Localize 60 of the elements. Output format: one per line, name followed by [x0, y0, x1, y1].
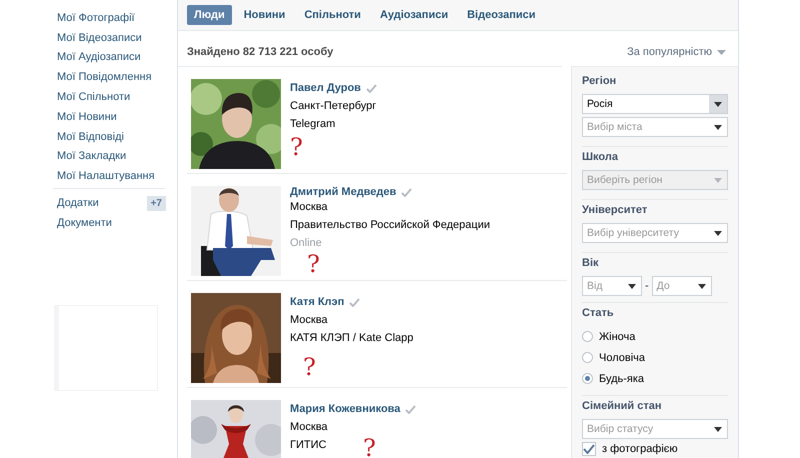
caret-icon — [714, 102, 722, 106]
filter-label: Регіон — [582, 75, 618, 88]
sidebar-item[interactable]: Мої Повідомлення — [57, 71, 152, 84]
question-mark: ? — [363, 436, 377, 458]
profile-info: Москва — [290, 313, 328, 328]
person-name-link[interactable]: Дмитрий Медведев — [290, 186, 396, 198]
dropdown[interactable]: Росія — [582, 94, 728, 114]
sidebar-item[interactable]: Мої Відповіді — [57, 130, 124, 143]
caret-icon — [698, 284, 706, 288]
tab[interactable]: Люди — [187, 5, 232, 25]
profile-info: ГИТИС — [290, 438, 326, 453]
checkbox[interactable] — [582, 442, 596, 456]
filter-label: Університет — [582, 204, 648, 217]
radio-button[interactable] — [582, 352, 593, 363]
radio-button[interactable] — [582, 373, 593, 384]
radio-label: Чоловіча — [599, 352, 646, 364]
results-count: Знайдено 82 713 221 особу — [187, 46, 334, 58]
caret-icon — [714, 426, 722, 432]
counter-badge: +7 — [146, 196, 166, 211]
checkbox-label: з фотографією — [602, 443, 678, 455]
sidebar-item[interactable]: Мої Відеозаписи — [57, 32, 142, 44]
online-status: Online — [290, 236, 322, 251]
person-name-link[interactable]: Мария Кожевникова — [290, 403, 400, 415]
sort-dropdown[interactable]: За популярністю — [627, 46, 726, 58]
profile-info: Telegram — [290, 117, 336, 132]
sidebar-item[interactable]: Мої Новини — [57, 110, 117, 123]
radio-button[interactable] — [582, 331, 593, 342]
caret-icon — [628, 284, 636, 288]
radio-label: Жіноча — [599, 330, 636, 342]
profile-info: Правительство Российской Федерации — [290, 218, 490, 233]
sidebar-item[interactable]: Мої Аудіозаписи — [57, 51, 141, 64]
sidebar-item[interactable]: Мої Закладки — [57, 150, 126, 162]
range-separator: - — [645, 280, 649, 292]
profile-info: Москва — [290, 420, 328, 435]
question-mark: ? — [290, 135, 304, 159]
filter-label: Школа — [582, 151, 619, 164]
sidebar-item[interactable]: Мої Спільноти — [57, 91, 130, 104]
tab[interactable]: Новини — [236, 5, 292, 25]
person-name-link[interactable]: Катя Клэп — [290, 296, 344, 308]
filter-label: Стать — [582, 307, 615, 320]
sidebar-item[interactable]: Мої Фотографії — [57, 12, 135, 24]
sidebar-item[interactable]: Документи — [57, 216, 112, 229]
filter-label: Сімейний стан — [582, 400, 663, 413]
filter-label: Вік — [582, 257, 600, 270]
profile-info: Москва — [290, 200, 328, 215]
question-mark: ? — [303, 355, 317, 379]
tab[interactable]: Спільноти — [297, 5, 368, 25]
tab[interactable]: Аудіозаписи — [372, 5, 456, 25]
radio-label: Будь-яка — [599, 372, 644, 384]
caret-icon — [714, 230, 722, 236]
person-name-link[interactable]: Павел Дуров — [290, 82, 361, 94]
profile-info: КАТЯ КЛЭП / Kate Clapp — [290, 331, 414, 346]
tab[interactable]: Відеозаписи — [460, 5, 542, 25]
caret-icon — [717, 50, 726, 54]
caret-icon — [714, 124, 722, 130]
question-mark: ? — [307, 252, 321, 276]
profile-info: Санкт-Петербург — [290, 99, 376, 114]
caret-icon — [714, 178, 722, 182]
sidebar-item[interactable]: Мої Налаштування — [57, 170, 155, 182]
sidebar-item[interactable]: Додатки — [57, 197, 99, 210]
